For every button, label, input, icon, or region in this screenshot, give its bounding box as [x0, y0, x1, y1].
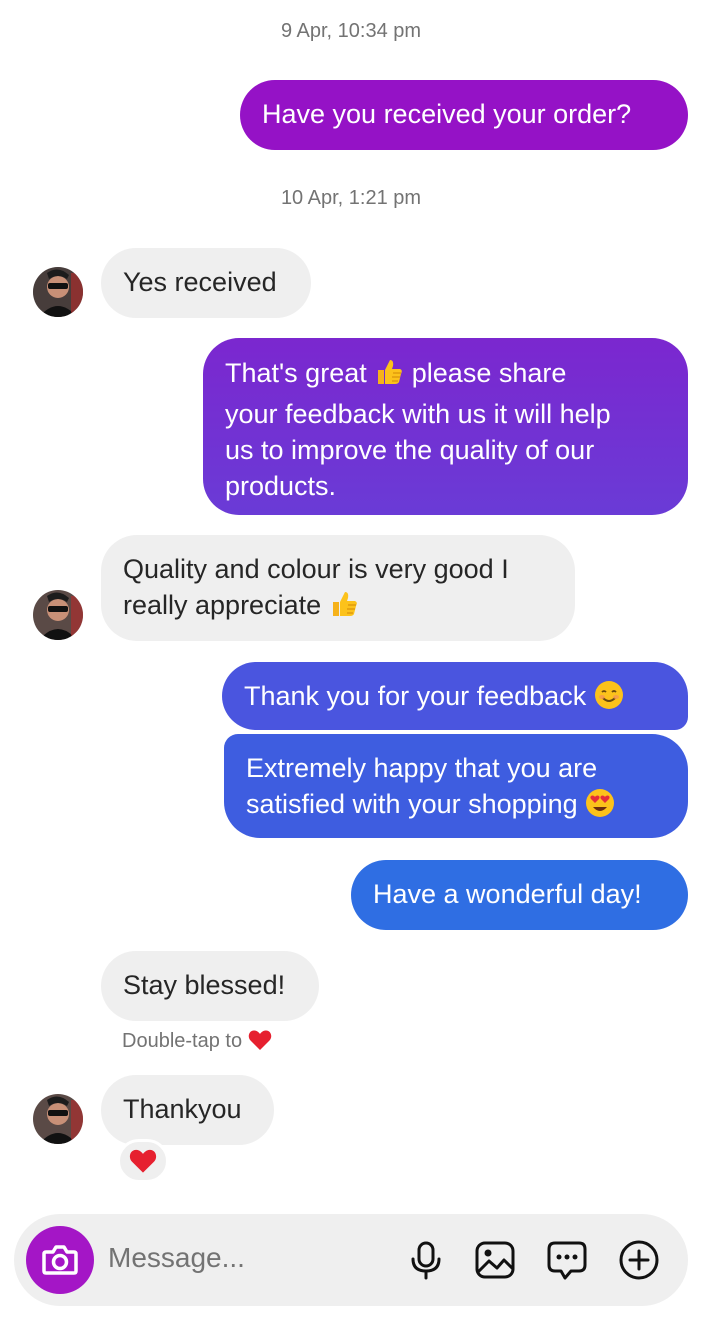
- thumbs-up-icon: [374, 357, 404, 396]
- message-text: products.: [225, 471, 337, 501]
- message-text: Have you received your order?: [262, 99, 632, 129]
- message-text: your feedback with us it will help: [225, 399, 611, 429]
- double-tap-hint: Double-tap to: [122, 1029, 272, 1057]
- hint-text: Double-tap to: [122, 1030, 243, 1052]
- add-icon[interactable]: [617, 1238, 661, 1282]
- camera-icon: [42, 1245, 78, 1275]
- gallery-icon[interactable]: [473, 1238, 517, 1282]
- message-composer: Message...: [14, 1214, 688, 1306]
- outgoing-message[interactable]: Have you received your order?: [240, 80, 688, 150]
- message-text: really appreciate: [123, 590, 322, 620]
- smiling-face-icon: [594, 680, 624, 719]
- message-input[interactable]: Message...: [108, 1242, 245, 1274]
- timestamp: 10 Apr, 1:21 pm: [280, 187, 422, 209]
- message-text: Thankyou: [123, 1094, 242, 1124]
- message-text: satisfied with your shopping: [246, 789, 578, 819]
- sticker-icon[interactable]: [545, 1238, 589, 1282]
- heart-icon: [248, 1029, 272, 1057]
- message-text: Quality and colour is very good I: [123, 554, 509, 584]
- message-text: us to improve the quality of our: [225, 435, 595, 465]
- outgoing-message[interactable]: That's great please share your feedback …: [203, 338, 688, 515]
- outgoing-message[interactable]: Have a wonderful day!: [351, 860, 688, 930]
- message-text: That's great: [225, 358, 367, 388]
- avatar[interactable]: [33, 590, 83, 640]
- avatar[interactable]: [33, 1094, 83, 1144]
- incoming-message[interactable]: Stay blessed!: [101, 951, 319, 1021]
- heart-eyes-icon: [585, 788, 615, 827]
- outgoing-message[interactable]: Extremely happy that you are satisfied w…: [224, 734, 688, 838]
- message-text: Have a wonderful day!: [373, 879, 642, 909]
- outgoing-message[interactable]: Thank you for your feedback: [222, 662, 688, 730]
- camera-button[interactable]: [26, 1226, 94, 1294]
- timestamp: 9 Apr, 10:34 pm: [280, 20, 422, 42]
- thumbs-up-icon: [329, 589, 359, 628]
- message-text: Thank you for your feedback: [244, 681, 587, 711]
- heart-icon: [129, 1149, 157, 1173]
- incoming-message[interactable]: Yes received: [101, 248, 311, 318]
- microphone-icon[interactable]: [404, 1238, 448, 1282]
- message-text: Extremely happy that you are: [246, 753, 598, 783]
- reaction-badge[interactable]: [117, 1139, 169, 1183]
- incoming-message[interactable]: Thankyou: [101, 1075, 274, 1145]
- message-text: Yes received: [123, 267, 277, 297]
- incoming-message[interactable]: Quality and colour is very good I really…: [101, 535, 575, 641]
- message-text: please share: [411, 358, 567, 388]
- avatar[interactable]: [33, 267, 83, 317]
- message-text: Stay blessed!: [123, 970, 286, 1000]
